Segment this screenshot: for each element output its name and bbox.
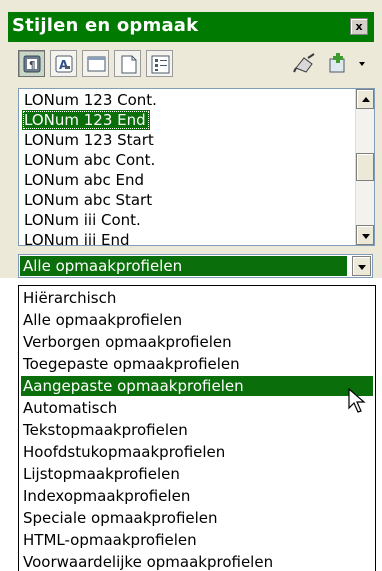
list-item[interactable]: LONum abc Cont. xyxy=(22,150,159,170)
list-item[interactable]: LONum 123 Start xyxy=(22,130,158,150)
scroll-up-button[interactable] xyxy=(356,89,374,109)
dropdown-option[interactable]: Alle opmaakprofielen xyxy=(21,310,373,330)
list-item[interactable]: LONum iii End xyxy=(22,230,134,245)
character-styles-button[interactable]: A xyxy=(50,50,77,77)
dropdown-option[interactable]: Hiërarchisch xyxy=(21,288,373,308)
fill-format-mode-button[interactable] xyxy=(290,50,320,77)
title-bar[interactable]: Stijlen en opmaak x xyxy=(8,12,374,42)
arrow-up-icon xyxy=(362,97,370,102)
mouse-pointer-icon xyxy=(348,387,368,420)
dropdown-option[interactable]: Indexopmaakprofielen xyxy=(21,486,373,506)
vertical-scrollbar[interactable] xyxy=(355,89,374,245)
svg-text:A: A xyxy=(59,58,69,72)
scroll-thumb[interactable] xyxy=(356,153,374,181)
dropdown-option[interactable]: HTML-opmaakprofielen xyxy=(21,530,373,550)
style-filter-select[interactable]: Alle opmaakprofielen xyxy=(18,254,373,278)
dropdown-option[interactable]: Lijstopmaakprofielen xyxy=(21,464,373,484)
frame-styles-button[interactable] xyxy=(82,50,109,77)
style-list[interactable]: LONum 123 Cont. LONum 123 End LONum 123 … xyxy=(18,88,375,246)
style-family-toolbar: ¶ A xyxy=(8,46,374,82)
list-item[interactable]: LONum 123 Cont. xyxy=(22,90,161,110)
dropdown-option[interactable]: Toegepaste opmaakprofielen xyxy=(21,354,373,374)
dropdown-option[interactable]: Tekstopmaakprofielen xyxy=(21,420,373,440)
dropdown-option[interactable]: Hoofdstukopmaakprofielen xyxy=(21,442,373,462)
chevron-down-icon xyxy=(358,265,366,270)
styles-panel: Stijlen en opmaak x ¶ A LONum 123 Cont. … xyxy=(0,0,382,278)
list-item[interactable]: LONum abc Start xyxy=(22,190,156,210)
list-item-selected[interactable]: LONum 123 End xyxy=(22,110,150,130)
dropdown-option[interactable]: Voorwaardelijke opmaakprofielen xyxy=(21,552,373,571)
list-item[interactable]: LONum iii Cont. xyxy=(22,210,145,230)
close-button[interactable]: x xyxy=(350,18,368,35)
scroll-down-button[interactable] xyxy=(356,225,374,245)
dropdown-option[interactable]: Automatisch xyxy=(21,398,373,418)
arrow-down-icon xyxy=(362,234,370,239)
panel-title: Stijlen en opmaak xyxy=(12,15,199,36)
style-filter-dropdown: Hiërarchisch Alle opmaakprofielen Verbor… xyxy=(18,285,376,571)
dropdown-option[interactable]: Speciale opmaakprofielen xyxy=(21,508,373,528)
dropdown-option-highlighted[interactable]: Aangepaste opmaakprofielen xyxy=(21,376,373,396)
style-filter-value: Alle opmaakprofielen xyxy=(20,256,347,276)
dropdown-button[interactable] xyxy=(352,256,371,276)
list-item[interactable]: LONum abc End xyxy=(22,170,148,190)
page-styles-button[interactable] xyxy=(114,50,141,77)
paragraph-styles-button[interactable]: ¶ xyxy=(18,50,45,77)
new-style-from-selection-button[interactable] xyxy=(326,50,374,77)
svg-text:¶: ¶ xyxy=(29,60,35,71)
dropdown-option[interactable]: Verborgen opmaakprofielen xyxy=(21,332,373,352)
list-styles-button[interactable] xyxy=(146,50,173,77)
